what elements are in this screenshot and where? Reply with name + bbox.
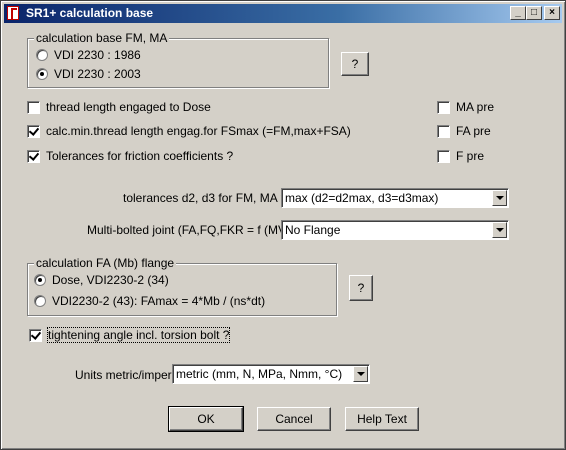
checkbox-fa-pre[interactable]: FA pre: [437, 123, 491, 139]
minimize-button[interactable]: _: [510, 6, 526, 20]
checkbox-box[interactable]: [437, 124, 450, 138]
calc-base-group: calculation base FM, MA VDI 2230 : 1986 …: [27, 31, 329, 88]
radio-label: Dose, VDI2230-2 (34): [52, 273, 169, 287]
radio-dose-vdi[interactable]: Dose, VDI2230-2 (34): [34, 272, 169, 288]
checkbox-thread-length-dose[interactable]: thread length engaged to Dose: [27, 99, 211, 115]
checkbox-box-checked[interactable]: [29, 328, 42, 342]
tolerances-select-value: max (d2=d2max, d3=d3max): [285, 191, 439, 205]
multibolted-select[interactable]: No Flange: [281, 220, 509, 240]
checkbox-box[interactable]: [27, 100, 40, 114]
flange-help-button[interactable]: ?: [349, 275, 373, 301]
checkbox-f-pre[interactable]: F pre: [437, 148, 484, 164]
flange-group-label: calculation FA (Mb) flange: [34, 256, 177, 270]
checkbox-box-checked[interactable]: [27, 149, 40, 163]
calc-base-help-button[interactable]: ?: [341, 52, 369, 76]
checkbox-label: tightening angle incl. torsion bolt ?: [46, 327, 231, 343]
tolerances-label: tolerances d2, d3 for FM, MA ?: [123, 191, 288, 205]
checkbox-ma-pre[interactable]: MA pre: [437, 99, 494, 115]
checkbox-label: F pre: [456, 149, 485, 163]
units-select[interactable]: metric (mm, N, MPa, Nmm, °C): [172, 364, 370, 384]
radio-vdi-famax[interactable]: VDI2230-2 (43): FAmax = 4*Mb / (ns*dt): [34, 293, 265, 309]
multibolted-select-value: No Flange: [285, 223, 341, 237]
ok-button[interactable]: OK: [168, 406, 244, 432]
checkbox-box-checked[interactable]: [27, 124, 40, 138]
checkbox-label: MA pre: [456, 100, 495, 114]
title-bar[interactable]: SR1+ calculation base _ □ ×: [4, 4, 562, 23]
flange-group: calculation FA (Mb) flange Dose, VDI2230…: [27, 256, 337, 316]
multibolted-label: Multi-bolted joint (FA,FQ,FKR = f (MV) ?: [87, 223, 301, 237]
units-label: Units metric/imperial: [75, 368, 184, 382]
checkbox-friction-tolerances[interactable]: Tolerances for friction coefficients ?: [27, 148, 233, 164]
checkbox-label: calc.min.thread length engag.for FSmax (…: [46, 124, 351, 138]
app-logo-icon: [7, 6, 19, 20]
checkbox-label: Tolerances for friction coefficients ?: [46, 149, 234, 163]
radio-vdi-1986[interactable]: VDI 2230 : 1986: [36, 47, 141, 63]
cancel-button[interactable]: Cancel: [257, 407, 331, 431]
checkbox-box[interactable]: [437, 100, 450, 114]
dialog-window: SR1+ calculation base _ □ × calculation …: [0, 0, 566, 450]
calc-base-group-label: calculation base FM, MA: [34, 31, 170, 45]
checkbox-box[interactable]: [437, 149, 450, 163]
chevron-down-icon[interactable]: [492, 222, 507, 238]
radio-label: VDI 2230 : 1986: [54, 48, 141, 62]
window-title: SR1+ calculation base: [26, 6, 154, 20]
chevron-down-icon[interactable]: [353, 366, 368, 382]
maximize-button[interactable]: □: [526, 6, 542, 20]
radio-button[interactable]: [36, 49, 48, 61]
radio-button[interactable]: [34, 295, 46, 307]
radio-vdi-2003[interactable]: VDI 2230 : 2003: [36, 66, 141, 82]
radio-button-selected[interactable]: [36, 68, 48, 80]
checkbox-min-thread-length[interactable]: calc.min.thread length engag.for FSmax (…: [27, 123, 351, 139]
checkbox-label: FA pre: [456, 124, 491, 138]
units-select-value: metric (mm, N, MPa, Nmm, °C): [176, 367, 343, 381]
radio-button-selected[interactable]: [34, 274, 46, 286]
radio-label: VDI 2230 : 2003: [54, 67, 141, 81]
checkbox-tightening-angle[interactable]: tightening angle incl. torsion bolt ?: [29, 327, 231, 343]
tolerances-select[interactable]: max (d2=d2max, d3=d3max): [281, 188, 509, 208]
close-button[interactable]: ×: [544, 6, 560, 20]
checkbox-label: thread length engaged to Dose: [46, 100, 211, 114]
help-text-button[interactable]: Help Text: [345, 407, 419, 431]
chevron-down-icon[interactable]: [492, 190, 507, 206]
radio-label: VDI2230-2 (43): FAmax = 4*Mb / (ns*dt): [52, 294, 266, 308]
